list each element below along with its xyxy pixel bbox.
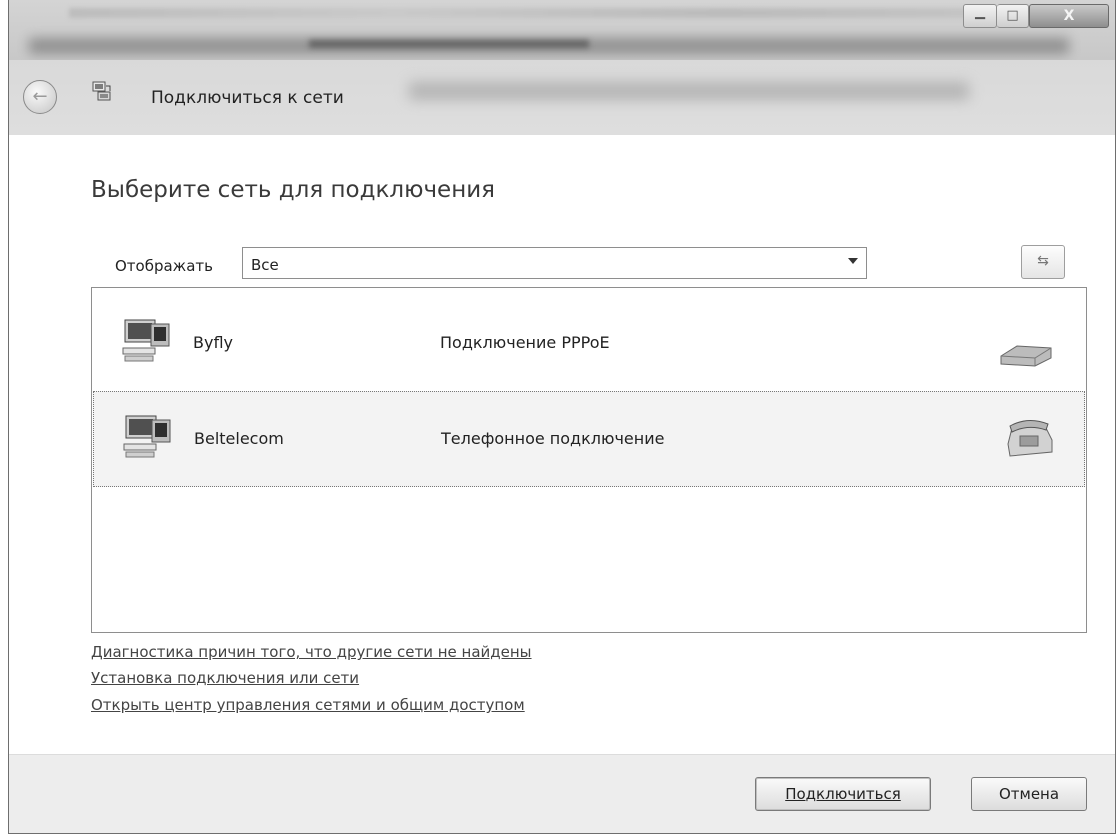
network-row-byfly[interactable]: Byfly Подключение PPPoE: [93, 288, 1085, 384]
back-arrow-icon: ←: [32, 86, 48, 107]
refresh-button[interactable]: ⇆: [1021, 245, 1065, 279]
filter-label: Отображать: [115, 257, 213, 275]
blurred-background-text: [409, 82, 969, 100]
dialog-footer: Подключиться Отмена: [9, 754, 1115, 833]
dialup-phone-icon: [1007, 420, 1053, 457]
diagnose-link[interactable]: Диагностика причин того, что другие сети…: [91, 643, 532, 661]
computer-icon: [123, 415, 171, 458]
title-bar[interactable]: ▁ □ X: [9, 0, 1115, 60]
refresh-icon: ⇆: [1037, 253, 1049, 269]
minimize-icon: ▁: [975, 5, 985, 20]
page-heading: Выберите сеть для подключения: [91, 177, 496, 203]
network-type: Подключение PPPoE: [440, 333, 610, 352]
close-button[interactable]: X: [1029, 4, 1109, 28]
network-connect-icon: [92, 81, 111, 101]
title-bar-shadow-2: [309, 40, 589, 48]
title-bar-blur: [69, 8, 1049, 18]
back-button[interactable]: ←: [23, 80, 57, 114]
network-name: Byfly: [193, 333, 233, 352]
connect-to-network-window: ▁ □ X ← Подключиться к сети Выберите сет…: [8, 0, 1116, 834]
setup-connection-link[interactable]: Установка подключения или сети: [91, 669, 359, 687]
close-icon: X: [1063, 8, 1075, 24]
maximize-icon: □: [1006, 8, 1019, 23]
pppoe-modem-icon: [1000, 345, 1052, 367]
main-content: Выберите сеть для подключения Отображать…: [9, 135, 1115, 754]
network-row-beltelecom[interactable]: Beltelecom Телефонное подключение: [93, 391, 1085, 487]
network-center-link[interactable]: Открыть центр управления сетями и общим …: [91, 696, 525, 714]
computer-icon: [122, 319, 170, 362]
filter-selected-value: Все: [251, 256, 279, 274]
window-title: Подключиться к сети: [151, 88, 344, 108]
filter-dropdown[interactable]: Все: [242, 247, 867, 279]
chevron-down-icon: [848, 258, 858, 264]
minimize-button[interactable]: ▁: [963, 4, 997, 28]
navigation-bar: ← Подключиться к сети: [9, 60, 1115, 135]
network-list[interactable]: Byfly Подключение PPPoE Beltelecom Телеф…: [91, 287, 1087, 633]
network-name: Beltelecom: [194, 429, 284, 448]
connect-button[interactable]: Подключиться: [755, 777, 931, 811]
maximize-button[interactable]: □: [997, 4, 1029, 28]
network-type: Телефонное подключение: [441, 429, 665, 448]
cancel-button[interactable]: Отмена: [971, 777, 1087, 811]
connect-button-label: Подключиться: [785, 785, 901, 803]
